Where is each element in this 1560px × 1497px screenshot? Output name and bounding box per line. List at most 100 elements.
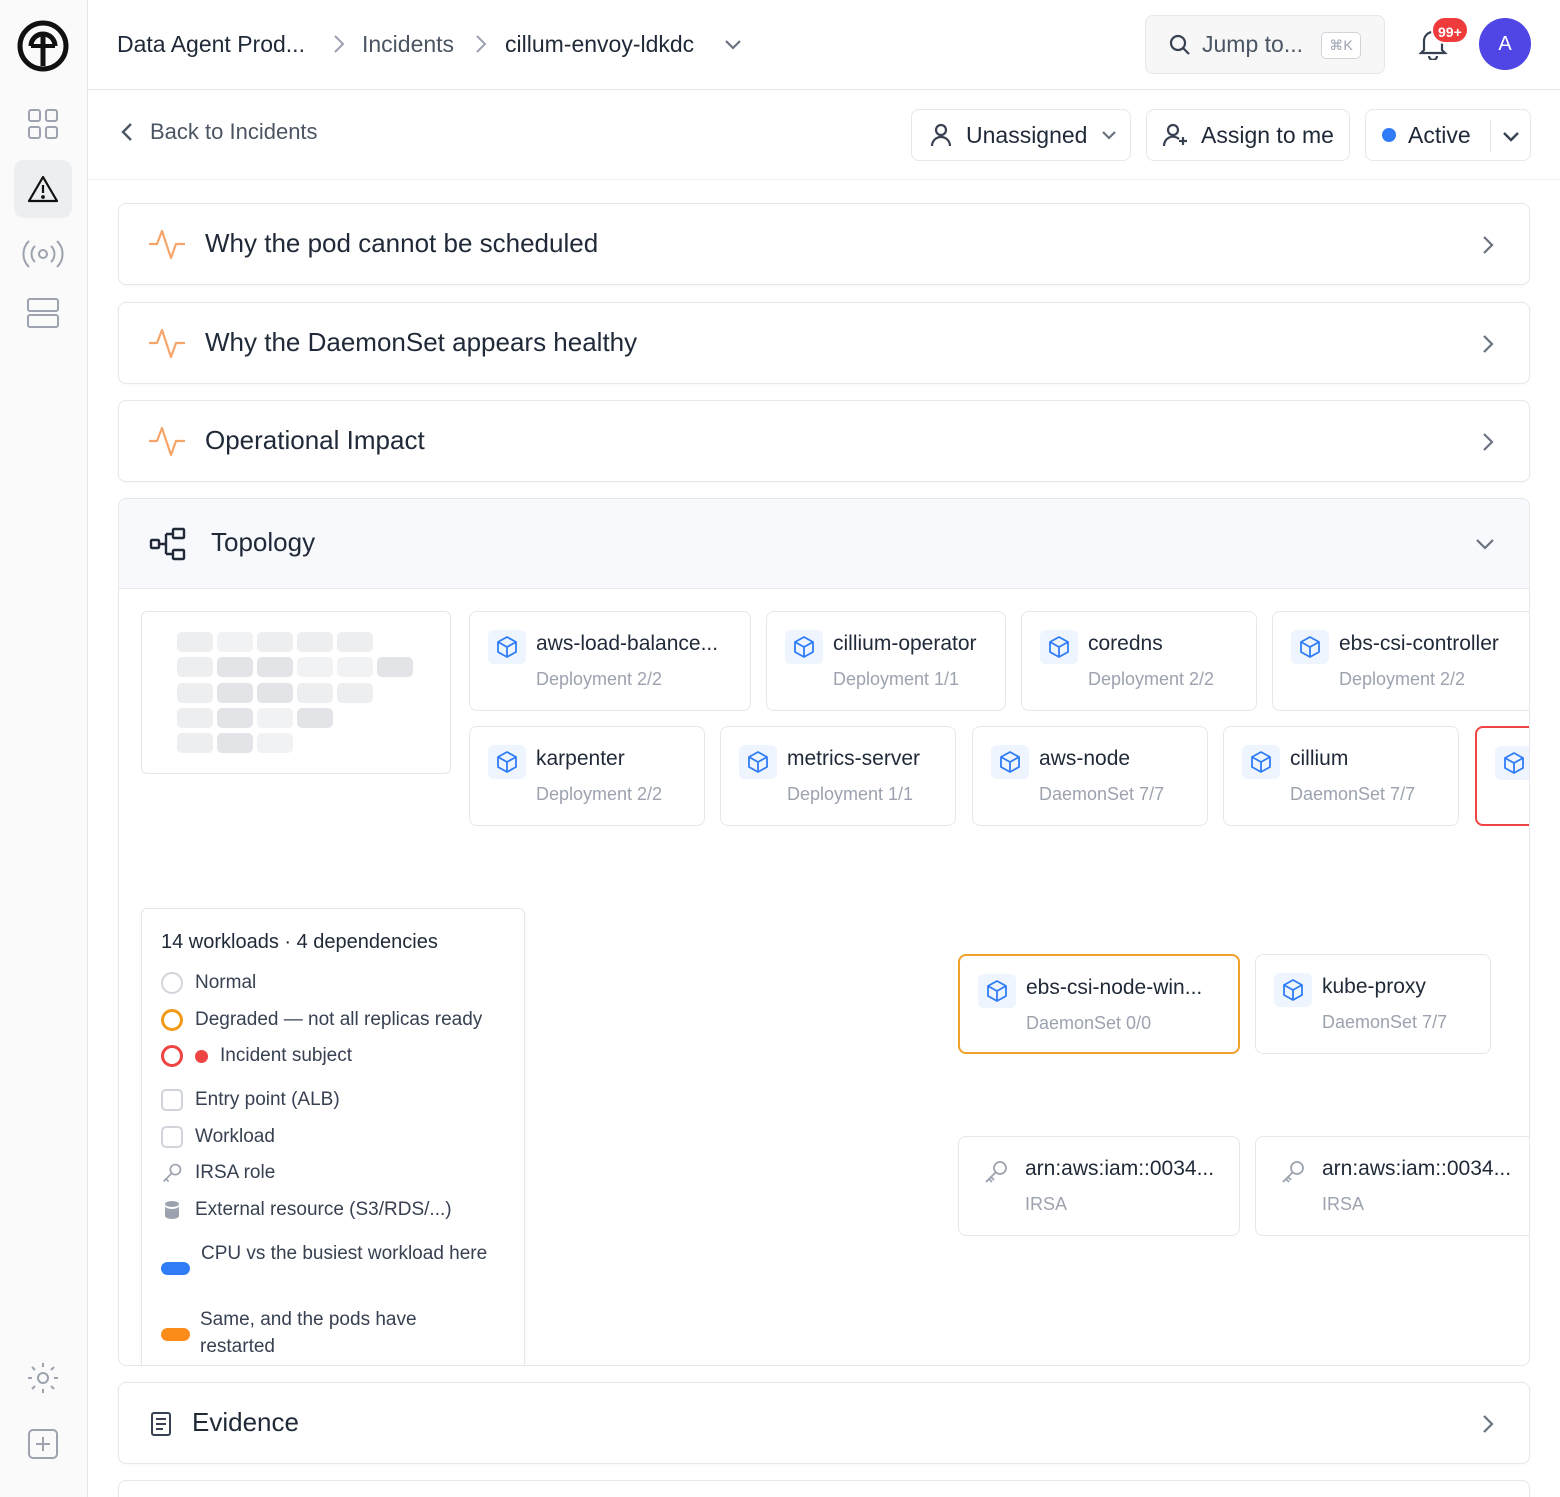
assign-to-me-button[interactable]: Assign to me xyxy=(1146,109,1350,161)
sun-icon xyxy=(28,1363,58,1393)
topology-node[interactable]: coredns Deployment 2/2 xyxy=(1021,611,1257,711)
breadcrumb-incidents[interactable]: Incidents xyxy=(362,28,454,60)
legend-restarted: Same, and the pods have restarted xyxy=(200,1309,417,1357)
add-button[interactable] xyxy=(14,1415,72,1473)
user-avatar[interactable]: A xyxy=(1479,18,1531,70)
node-kind: IRSA xyxy=(1322,1194,1365,1214)
section-pod-scheduling[interactable]: Why the pod cannot be scheduled xyxy=(118,203,1530,285)
app-logo-icon[interactable] xyxy=(17,20,69,72)
topology-section: Topology aws-load-balance... Deployment … xyxy=(118,498,1530,1366)
node-name: coredns xyxy=(1088,632,1163,655)
restarted-swatch xyxy=(161,1328,190,1341)
sidebar xyxy=(0,0,88,1497)
broadcast-icon xyxy=(22,240,64,268)
workload-swatch xyxy=(161,1126,183,1148)
node-kind: Deployment 2/2 xyxy=(536,784,663,804)
incident-swatch xyxy=(161,1045,183,1067)
chevron-left-icon xyxy=(121,123,132,141)
legend-label: Workload xyxy=(195,1126,275,1147)
user-icon xyxy=(930,123,952,147)
section-operational-impact[interactable]: Operational Impact xyxy=(118,400,1530,482)
node-kind: DaemonSet 7/7 xyxy=(1039,784,1165,804)
cube-icon xyxy=(488,630,526,664)
chevron-right-icon xyxy=(1483,335,1494,353)
top-bar: Data Agent Prod... Incidents cillum-envo… xyxy=(88,0,1560,90)
legend-degraded: Degraded — not all replicas ready xyxy=(161,1009,482,1031)
signals-nav[interactable] xyxy=(14,225,72,283)
topology-node-irsa[interactable]: arn:aws:iam::0034... IRSA xyxy=(1255,1136,1529,1236)
plus-square-icon xyxy=(28,1429,58,1459)
section-evidence[interactable]: Evidence xyxy=(118,1382,1530,1464)
breadcrumb-project[interactable]: Data Agent Prod... xyxy=(117,28,305,60)
legend-entry: Entry point (ALB) xyxy=(161,1089,340,1111)
cube-icon xyxy=(739,745,777,779)
section-title: Operational Impact xyxy=(205,425,425,455)
back-to-incidents-link[interactable]: Back to Incidents xyxy=(120,119,318,145)
cube-icon xyxy=(1291,630,1329,664)
cube-icon xyxy=(785,630,823,664)
topology-node-degraded[interactable]: ebs-csi-node-win... DaemonSet 0/0 xyxy=(958,954,1240,1054)
node-name: arn:aws:iam::0034... xyxy=(1322,1157,1512,1180)
topology-node[interactable]: metrics-server Deployment 1/1 xyxy=(720,726,956,826)
cube-icon xyxy=(488,745,526,779)
jump-to-search[interactable]: Jump to... ⌘K xyxy=(1145,15,1385,74)
topology-node[interactable]: cillium-operator Deployment 1/1 xyxy=(766,611,1006,711)
status-dropdown[interactable]: Active xyxy=(1365,109,1531,161)
divider xyxy=(1490,120,1491,152)
infrastructure-nav[interactable] xyxy=(14,284,72,342)
topology-node[interactable]: cillium DaemonSet 7/7 xyxy=(1223,726,1459,826)
legend-summary: 14 workloads · 4 dependencies xyxy=(161,931,438,953)
topology-node[interactable]: karpenter Deployment 2/2 xyxy=(469,726,705,826)
cube-icon xyxy=(1495,746,1529,780)
topology-icon xyxy=(149,527,186,561)
entry-swatch xyxy=(161,1089,183,1111)
legend-normal: Normal xyxy=(161,972,256,994)
topology-title: Topology xyxy=(211,527,316,557)
node-kind: Deployment 1/1 xyxy=(787,784,914,804)
document-icon xyxy=(151,1412,171,1436)
cpu-swatch xyxy=(161,1262,190,1275)
topology-node-incident[interactable] xyxy=(1475,726,1529,826)
degraded-swatch xyxy=(161,1009,183,1031)
breadcrumb-current[interactable]: cillum-envoy-ldkdc xyxy=(505,28,694,60)
topology-node[interactable]: aws-load-balance... Deployment 2/2 xyxy=(469,611,751,711)
node-name: ebs-csi-node-win... xyxy=(1026,976,1203,999)
back-label: Back to Incidents xyxy=(150,119,318,144)
chevron-down-icon xyxy=(1476,539,1494,550)
chevron-down-icon[interactable] xyxy=(1502,130,1520,143)
assignee-label: Unassigned xyxy=(966,121,1088,148)
node-kind: Deployment 2/2 xyxy=(536,669,663,689)
legend-workload: Workload xyxy=(161,1126,275,1148)
cube-icon xyxy=(1242,745,1280,779)
topology-minimap[interactable] xyxy=(141,611,451,774)
assign-to-me-label: Assign to me xyxy=(1201,121,1334,148)
topology-node[interactable]: aws-node DaemonSet 7/7 xyxy=(972,726,1208,826)
next-section xyxy=(118,1480,1530,1497)
node-kind: IRSA xyxy=(1025,1194,1068,1214)
assignee-dropdown[interactable]: Unassigned xyxy=(911,109,1131,161)
chevron-right-icon xyxy=(476,35,487,53)
legend-label: Incident subject xyxy=(220,1045,353,1066)
chevron-down-icon[interactable] xyxy=(724,38,742,52)
legend-irsa: IRSA role xyxy=(161,1162,275,1184)
topology-node[interactable]: kube-proxy DaemonSet 7/7 xyxy=(1255,954,1491,1054)
incidents-nav[interactable] xyxy=(14,160,72,218)
topology-node-irsa[interactable]: arn:aws:iam::0034... IRSA xyxy=(958,1136,1240,1236)
dashboard-nav[interactable] xyxy=(14,95,72,153)
section-daemonset-healthy[interactable]: Why the DaemonSet appears healthy xyxy=(118,302,1530,384)
topology-legend: 14 workloads · 4 dependencies Normal Deg… xyxy=(141,908,525,1365)
legend-cpu: CPU vs the busiest workload here xyxy=(201,1243,488,1264)
topology-node[interactable]: ebs-csi-controller Deployment 2/2 xyxy=(1272,611,1529,711)
status-label: Active xyxy=(1408,121,1471,148)
activity-icon xyxy=(149,328,185,359)
topology-header[interactable]: Topology xyxy=(119,499,1529,589)
key-icon xyxy=(977,1155,1015,1189)
search-placeholder: Jump to... xyxy=(1202,31,1303,57)
node-kind: Deployment 1/1 xyxy=(833,669,960,689)
cube-icon xyxy=(978,974,1016,1008)
theme-toggle[interactable] xyxy=(14,1349,72,1407)
warning-icon xyxy=(27,175,59,203)
chevron-right-icon xyxy=(1483,236,1494,254)
user-plus-icon xyxy=(1163,123,1187,147)
section-title: Why the DaemonSet appears healthy xyxy=(205,327,638,357)
